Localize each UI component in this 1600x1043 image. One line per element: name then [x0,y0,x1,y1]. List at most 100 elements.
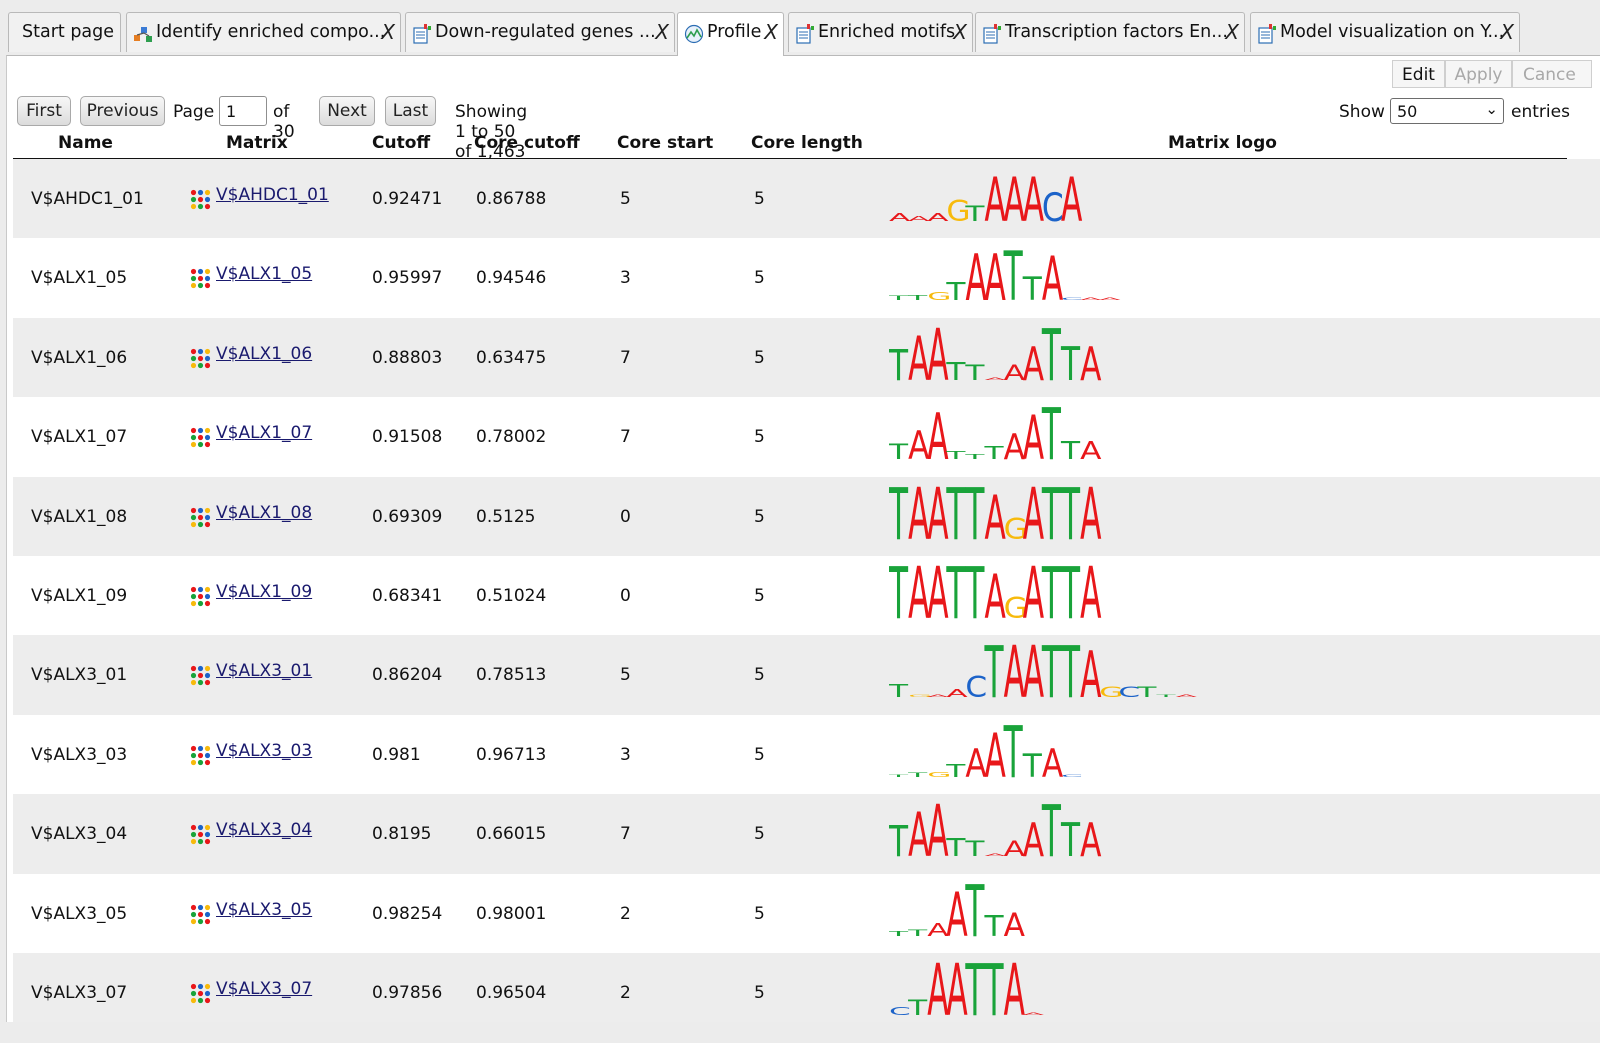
table-row[interactable]: V$ALX3_07 0.97856 0.96504 2 5 V$ALX3_07 C T A A T T… [13,952,1600,1022]
logo-letter-t: T [983,442,1004,463]
logo-letter-t: T [964,453,985,461]
column-header-matrix-logo[interactable]: Matrix logo [1168,133,1277,153]
logo-letter-t: T [1041,401,1061,473]
tab-label: Model visualization on Y... [1280,22,1505,42]
close-tab-icon[interactable]: X [381,20,395,44]
cell-core-length: 5 [754,189,765,209]
logo-letter-a: A [985,563,1006,632]
sequence-logo: T AAT T AGAT T A [889,560,1102,632]
column-header-core-start[interactable]: Core start [617,133,713,153]
table-doc-icon [1257,24,1277,44]
logo-letter-t: T [889,680,909,701]
logo-letter-t: T [945,357,966,386]
table-row[interactable]: V$ALX3_03 0.981 0.96713 3 5 V$ALX3_03 T T G T A A T T… [13,715,1600,794]
tab-label: Down-regulated genes ... [435,22,656,42]
logo-letter-a: A [1080,436,1102,465]
logo-letter-a: A [985,853,1006,857]
table-row[interactable]: V$ALX1_08 0.69309 0.5125 0 5 V$ALX1_08 T A A T T A G… [13,476,1600,556]
table-row[interactable]: V$ALX1_09 0.68341 0.51024 0 5 V$ALX1_09 T A A T T A… [13,556,1600,635]
column-header-cutoff[interactable]: Cutoff [372,133,430,153]
table-header: Name Matrix Cutoff Core cutoff Core star… [13,132,1567,160]
logo-letter-a: A [1004,907,1026,944]
tab-model-visualization-on-y[interactable]: Model visualization on Y... X [1250,12,1520,52]
matrix-icon [189,267,211,289]
table-row[interactable]: V$ALX3_01 0.86204 0.78513 5 5 V$ALX3_01 T G A A C T… [13,635,1600,715]
logo-letter-t: T [889,481,908,553]
cell-core-start: 0 [620,506,631,527]
matrix-link[interactable]: V$ALX1_05 [216,264,312,284]
sequence-logo: T T GT AAT T AC [889,719,1083,791]
cell-cutoff: 0.91508 [372,427,443,448]
logo-letter-a: A [1080,297,1101,301]
logo-letter-a: A [927,798,948,870]
table-row[interactable]: V$ALX3_05 0.98254 0.98001 2 5 V$ALX3_05 T T A A T T… [13,874,1600,953]
table-row[interactable]: V$ALX3_04 0.8195 0.66015 7 5 V$ALX3_04 T A A T T A A… [13,794,1600,874]
logo-letter-a: A [1042,245,1063,314]
matrix-link[interactable]: V$ALX3_07 [216,979,312,999]
close-tab-icon[interactable]: X [655,20,669,44]
column-header-core-cutoff[interactable]: Core cutoff [474,133,580,153]
sequence-logo: CT AAT T AA [889,957,1044,1022]
matrix-link[interactable]: V$ALX3_04 [216,820,312,840]
logo-letter-t: T [1022,748,1043,785]
logo-letter-a: A [927,694,948,698]
matrix-icon [189,585,211,607]
cell-core-length: 5 [754,744,765,765]
previous-page-button[interactable]: Previous [80,96,165,126]
table-row[interactable]: V$ALX1_05 0.95997 0.94546 3 5 V$ALX1_05 T T G T A A… [13,238,1600,317]
table-row[interactable]: V$ALX1_06 0.88803 0.63475 7 5 V$ALX1_06 T A A T T A… [13,317,1600,398]
matrix-link[interactable]: V$ALX1_07 [216,423,312,443]
page-number-input[interactable]: 1 [219,96,267,126]
logo-letter-a: A [1080,481,1101,553]
close-tab-icon[interactable]: X [1225,20,1239,44]
table-row[interactable]: V$ALX1_07 0.91508 0.78002 7 5 V$ALX1_07 T A A T T T… [13,397,1600,476]
sequence-logo: T AAT T AAAT T A [889,798,1101,870]
matrix-link[interactable]: V$ALX3_03 [216,741,312,761]
column-header-core-length[interactable]: Core length [751,133,863,153]
cell-name: V$AHDC1_01 [31,189,144,209]
close-tab-icon[interactable]: X [764,20,778,44]
first-page-button[interactable]: First [17,96,71,126]
logo-letter-t: T [889,340,909,390]
cell-name: V$ALX3_07 [31,982,128,1003]
matrix-link[interactable]: V$ALX3_01 [216,661,312,681]
tab-enriched-motifs[interactable]: Enriched motifs X [788,12,973,52]
cell-core-start: 3 [620,268,631,289]
tab-profile[interactable]: Profile X [677,12,784,56]
logo-letter-a: A [927,211,948,224]
logo-letter-t: T [945,449,966,462]
column-header-name[interactable]: Name [58,133,113,153]
matrix-icon [189,506,211,528]
last-page-button[interactable]: Last [385,96,436,126]
tab-transcription-factors-en[interactable]: Transcription factors En... X [975,12,1245,52]
workflow-icon [133,24,153,44]
entries-label: entries [1511,102,1570,122]
logo-letter-t: T [946,560,966,632]
logo-letter-t: T [1136,684,1157,701]
page-size-select[interactable]: 50 ⌄ [1390,98,1504,124]
tab-down-regulated-genes[interactable]: Down-regulated genes ... X [405,12,675,52]
table-doc-icon [982,24,1002,44]
cell-name: V$ALX1_06 [31,347,128,368]
tab-start-page[interactable]: Start page [8,12,121,52]
matrix-icon [189,347,211,369]
matrix-link[interactable]: V$ALX1_06 [216,344,312,364]
table-row[interactable]: V$AHDC1_01 0.92471 0.86788 5 5 V$AHDC1_01 A A A G… [13,159,1600,239]
matrix-link[interactable]: V$ALX1_08 [216,503,312,523]
matrix-icon [189,823,211,845]
close-tab-icon[interactable]: X [953,20,967,44]
next-page-button[interactable]: Next [319,96,375,126]
close-tab-icon[interactable]: X [1500,20,1514,44]
cell-core-cutoff: 0.63475 [476,347,547,368]
column-header-matrix[interactable]: Matrix [226,133,288,153]
tab-label: Profile [707,22,762,42]
tab-identify-enriched-compo[interactable]: Identify enriched compo... X [126,12,401,52]
logo-letter-t: T [964,837,985,862]
matrix-link[interactable]: V$ALX3_05 [216,900,312,920]
cell-core-cutoff: 0.66015 [476,824,547,845]
matrix-link[interactable]: V$ALX1_09 [216,582,312,602]
matrix-link[interactable]: V$AHDC1_01 [216,185,329,205]
cancel-button[interactable]: Cance [1512,60,1592,88]
edit-button[interactable]: Edit [1392,60,1445,88]
apply-button[interactable]: Apply [1445,60,1512,88]
